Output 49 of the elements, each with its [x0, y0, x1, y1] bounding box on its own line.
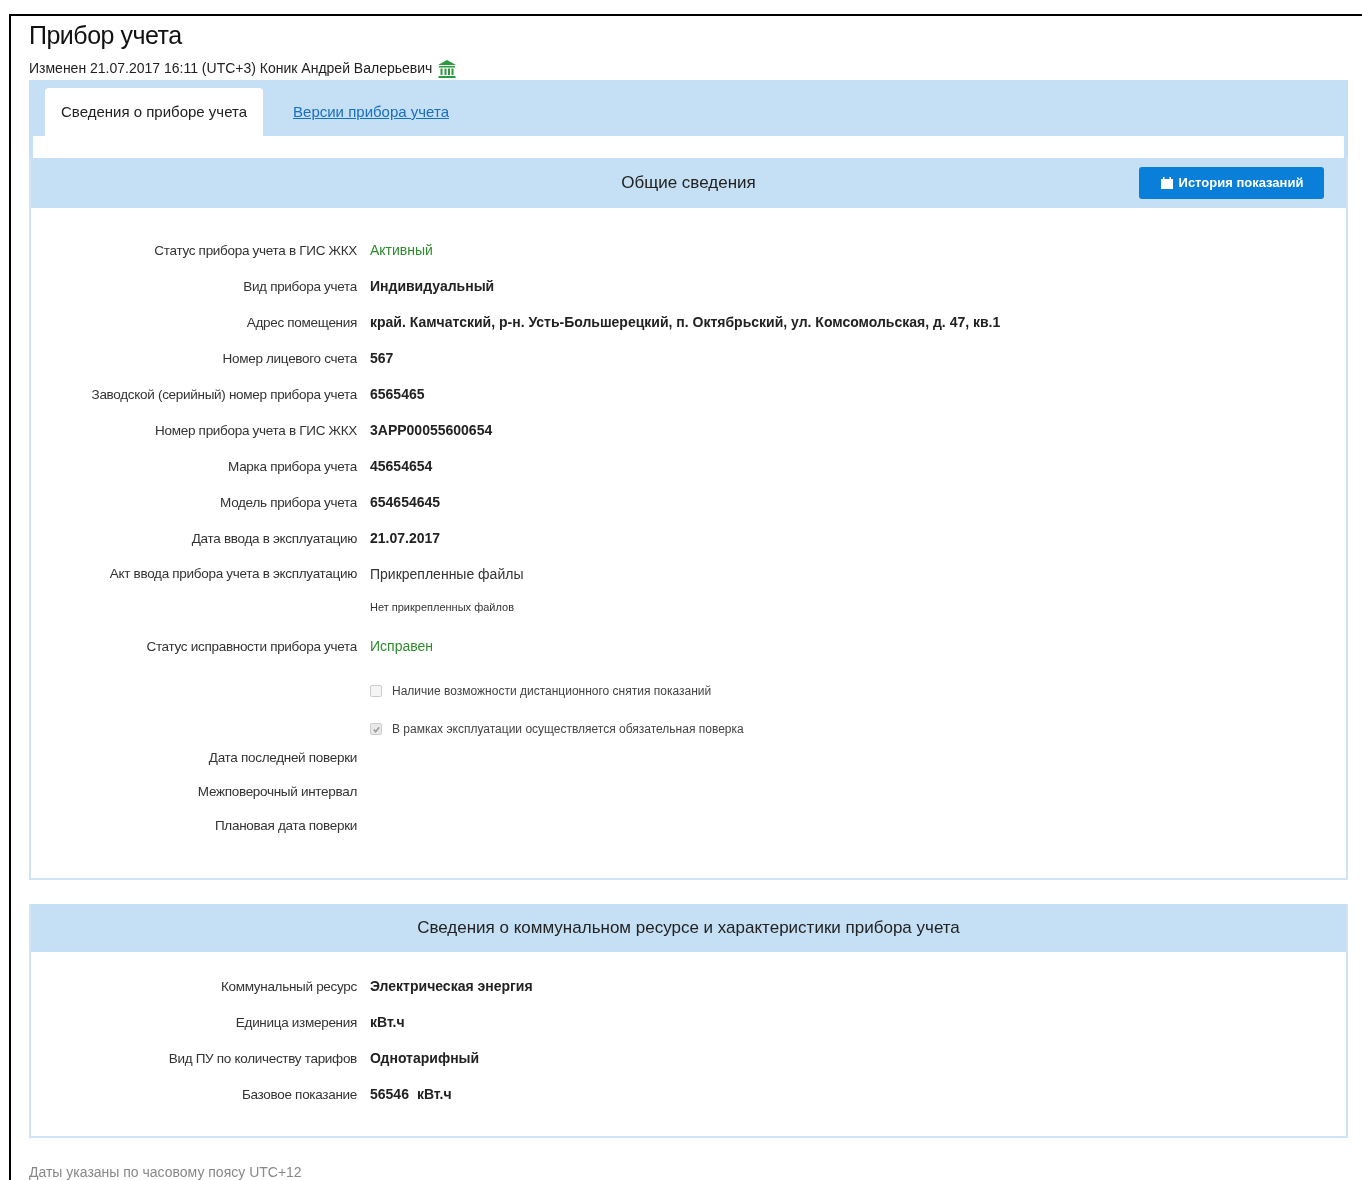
field-value: 567	[370, 349, 394, 368]
field-label: Единица измерения	[235, 1015, 357, 1030]
field-value: Индивидуальный	[370, 277, 495, 296]
checkbox-label: В рамках эксплуатации осуществляется обязательная поверка	[392, 721, 744, 738]
field-label: Акт ввода прибора учета в эксплуатацию	[109, 566, 357, 581]
field-value: 3APP00055600654	[370, 421, 493, 440]
modified-info: Изменен 21.07.2017 16:11 (UTC+3) Коник Андрей Валерьевич	[29, 59, 433, 78]
field-label: Вид прибора учета	[243, 279, 357, 294]
attachments-heading: Прикрепленные файлы	[370, 565, 524, 584]
history-button[interactable]: История показаний	[1139, 167, 1324, 199]
field-value: 45654654	[370, 457, 433, 476]
field-label: Базовое показание	[241, 1087, 357, 1102]
field-value: край. Камчатский, р-н. Усть-Большерецкий, п. Октябрьский, ул. Комсомольская, д. 47, кв.1	[370, 313, 1001, 332]
bank-icon	[437, 59, 458, 79]
field-value: 6565465	[370, 385, 425, 404]
field-value: 21.07.2017	[370, 529, 441, 548]
field-value: 654654645	[370, 493, 441, 512]
checkbox[interactable]	[370, 685, 382, 697]
field-label: Плановая дата поверки	[214, 818, 357, 833]
field-label: Адрес помещения	[246, 315, 357, 330]
tab[interactable]: Сведения о приборе учета	[45, 88, 264, 136]
field-value: кВт.ч	[370, 1013, 405, 1032]
field-value: 56546	[370, 1085, 409, 1104]
field-value: Электрическая энергия	[370, 977, 533, 996]
field-label: Номер прибора учета в ГИС ЖКХ	[155, 423, 357, 438]
field-label: Статус прибора учета в ГИС ЖКХ	[154, 243, 357, 258]
field-label: Статус исправности прибора учета	[146, 639, 357, 654]
checkbox-label: Наличие возможности дистанционного снятия показаний	[392, 683, 712, 700]
field-label: Заводской (серийный) номер прибора учета	[91, 387, 357, 402]
no-files-note: Нет прикрепленных файлов	[370, 600, 515, 615]
tab[interactable]: Версии прибора учета	[277, 88, 465, 136]
field-label: Межповерочный интервал	[197, 784, 357, 799]
field-label: Вид ПУ по количеству тарифов	[168, 1051, 357, 1066]
timezone-note: Даты указаны по часовому поясу UTC+12	[29, 1164, 302, 1180]
field-label: Дата ввода в эксплуатацию	[191, 531, 357, 546]
field-label: Коммунальный ресурс	[220, 979, 357, 994]
field-label: Марка прибора учета	[228, 459, 357, 474]
status-value: Активный	[370, 241, 433, 260]
section-title: Общие сведения	[621, 172, 756, 195]
field-value: Однотарифный	[370, 1049, 480, 1068]
field-label: Модель прибора учета	[220, 495, 357, 510]
field-label: Дата последней поверки	[208, 750, 357, 765]
section-title: Сведения о коммунальном ресурсе и характеристики прибора учета	[417, 917, 960, 940]
unit-label: кВт.ч	[416, 1085, 452, 1104]
calendar-icon	[1159, 176, 1174, 190]
checkbox[interactable]	[370, 723, 382, 735]
status-value: Исправен	[370, 637, 433, 656]
page-title: Прибор учета	[29, 23, 183, 48]
field-label: Номер лицевого счета	[222, 351, 357, 366]
